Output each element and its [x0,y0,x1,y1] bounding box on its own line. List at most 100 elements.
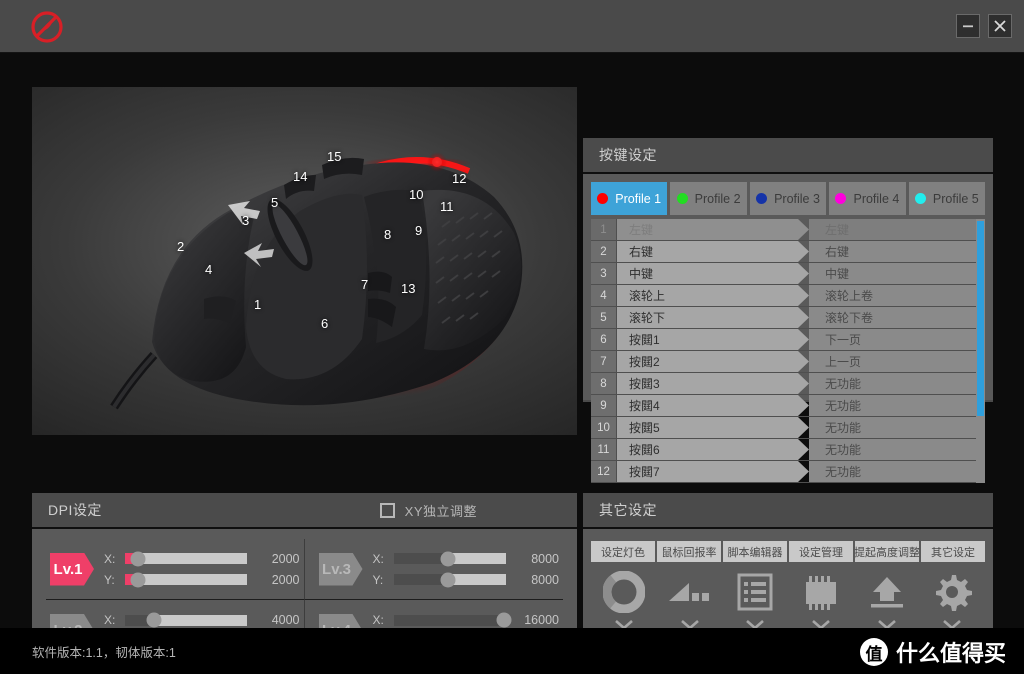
key-row-function[interactable]: 无功能 [809,417,985,438]
other-settings-item-1[interactable] [591,568,657,635]
profile-tab-3[interactable]: Profile 3 [749,182,827,215]
key-row-index: 2 [591,241,617,262]
key-row-name-cell[interactable]: 按閮2 [617,351,809,372]
key-settings-body: Profile 1 Profile 2 Profile 3 Profile 4 Prof… [583,174,993,483]
key-binding-row[interactable]: 8 按閮3 无功能 [591,373,985,395]
key-row-name-cell[interactable]: 按閮1 [617,329,809,350]
dpi-level-tag[interactable]: Lv.1 [50,553,94,586]
profile-tab-4[interactable]: Profile 4 [829,182,906,215]
key-row-index: 7 [591,351,617,372]
key-row-index: 3 [591,263,617,284]
other-settings-tab-2[interactable]: 鼠标回报率 [657,541,721,562]
dpi-slider-thumb-x[interactable] [496,612,512,628]
xy-independent-toggle[interactable]: XY独立调整 [379,501,477,520]
dpi-level-tag[interactable]: Lv.3 [319,553,363,586]
dpi-axis-group: X: 2000 Y: 2000 [104,551,300,587]
dpi-slider-thumb-x[interactable] [146,612,162,628]
dpi-slider-thumb-x[interactable] [440,551,455,566]
key-row-function[interactable]: 滚轮下卷 [809,307,985,328]
chip-icon[interactable] [800,568,842,616]
report-rate-icon[interactable] [667,568,713,616]
key-table-scroll-thumb[interactable] [977,221,984,417]
key-row-name: 按閮2 [617,351,809,372]
key-binding-row[interactable]: 2 右键 右键 [591,241,985,263]
key-binding-row[interactable]: 10 按閮5 无功能 [591,417,985,439]
other-settings-item-2[interactable] [657,568,723,635]
key-binding-row[interactable]: 11 按閮6 无功能 [591,439,985,461]
key-row-function[interactable]: 滚轮上卷 [809,285,985,306]
key-row-name: 中键 [617,263,809,284]
key-row-function[interactable]: 中键 [809,263,985,284]
close-button[interactable] [988,14,1012,38]
xy-independent-checkbox[interactable] [379,502,395,518]
other-settings-item-4[interactable] [788,568,854,635]
key-binding-row[interactable]: 7 按閮2 上一页 [591,351,985,373]
version-text: 软件版本:1.1，韧体版本:1 [32,646,176,660]
key-row-function[interactable]: 无功能 [809,395,985,416]
key-binding-row[interactable]: 4 滚轮上 滚轮上卷 [591,285,985,307]
other-settings-tab-3[interactable]: 脚本编辑器 [723,541,787,562]
dpi-slider-thumb-y[interactable] [130,572,146,587]
key-row-index: 1 [591,219,617,240]
key-binding-table: 1 左键 左键 2 右键 右键 3 中键 中键 4 滚轮上 滚轮上卷 5 滚轮下 滚轮下卷 6 按閮1 下一页 7 按… [591,219,985,483]
minimize-button[interactable] [956,14,980,38]
profile-tab-1[interactable]: Profile 1 [591,182,668,215]
key-row-name-cell[interactable]: 按閮5 [617,417,809,438]
dpi-value-x: 8000 [531,551,559,566]
key-binding-row[interactable]: 6 按閮1 下一页 [591,329,985,351]
key-settings-title: 按键设定 [599,147,657,163]
key-row-name-cell[interactable]: 按閮3 [617,373,809,394]
key-row-name-cell[interactable]: 中键 [617,263,809,284]
key-binding-row[interactable]: 5 滚轮下 滚轮下卷 [591,307,985,329]
dpi-slider-y[interactable] [125,572,247,587]
profile-tab-5[interactable]: Profile 5 [908,182,986,215]
key-row-function[interactable]: 无功能 [809,439,985,460]
key-row-name-cell[interactable]: 按閮6 [617,439,809,460]
key-row-function[interactable]: 下一页 [809,329,985,350]
key-binding-row[interactable]: 12 按閮7 无功能 [591,461,985,483]
other-settings-item-5[interactable] [854,568,920,635]
key-binding-row[interactable]: 9 按閮4 无功能 [591,395,985,417]
lift-height-icon[interactable] [866,568,908,616]
profile-tab-label: Profile 4 [853,191,900,206]
key-row-name-cell[interactable]: 左键 [617,219,809,240]
other-settings-item-6[interactable] [919,568,985,635]
dpi-slider-x[interactable] [393,612,512,628]
dpi-settings-title: DPI设定 [48,502,102,518]
key-row-name: 按閮6 [617,439,809,460]
other-settings-tab-5[interactable]: 提起高度调整 [855,541,919,562]
dpi-slider-x[interactable] [393,551,506,566]
dpi-slider-x[interactable] [125,551,247,566]
script-list-icon[interactable] [737,568,773,616]
key-row-function[interactable]: 无功能 [809,373,985,394]
dpi-slider-thumb-x[interactable] [130,551,146,566]
key-row-function[interactable]: 上一页 [809,351,985,372]
profile-tab-2[interactable]: Profile 2 [670,182,747,215]
key-row-name: 按閮7 [617,461,809,482]
other-settings-tab-4[interactable]: 设定管理 [789,541,853,562]
other-settings-tab-1[interactable]: 设定灯色 [591,541,655,562]
other-settings-item-3[interactable] [722,568,788,635]
key-binding-row[interactable]: 1 左键 左键 [591,219,985,241]
other-settings-tab-6[interactable]: 其它设定 [921,541,985,562]
key-table-scrollbar[interactable] [976,219,985,483]
dpi-slider-thumb-y[interactable] [440,572,455,587]
key-row-name-cell[interactable]: 滚轮下 [617,307,809,328]
key-row-name-cell[interactable]: 滚轮上 [617,285,809,306]
key-row-name: 按閮3 [617,373,809,394]
color-wheel-icon[interactable] [602,568,645,616]
key-row-name-cell[interactable]: 右键 [617,241,809,262]
key-row-function[interactable]: 左键 [809,219,985,240]
key-row-name-cell[interactable]: 按閮7 [617,461,809,482]
key-row-function[interactable]: 右键 [809,241,985,262]
profile-tab-label: Profile 5 [932,191,979,206]
key-row-name-cell[interactable]: 按閮4 [617,395,809,416]
dpi-slider-x[interactable] [125,612,247,628]
key-binding-row[interactable]: 3 中键 中键 [591,263,985,285]
other-settings-tab-bar: 设定灯色 鼠标回报率 脚本编辑器 设定管理 提起高度调整 其它设定 [591,541,985,562]
key-row-name: 滚轮下 [617,307,809,328]
gear-icon[interactable] [932,568,973,616]
key-row-name: 按閮1 [617,329,809,350]
dpi-slider-y[interactable] [393,572,506,587]
key-row-function[interactable]: 无功能 [809,461,985,482]
